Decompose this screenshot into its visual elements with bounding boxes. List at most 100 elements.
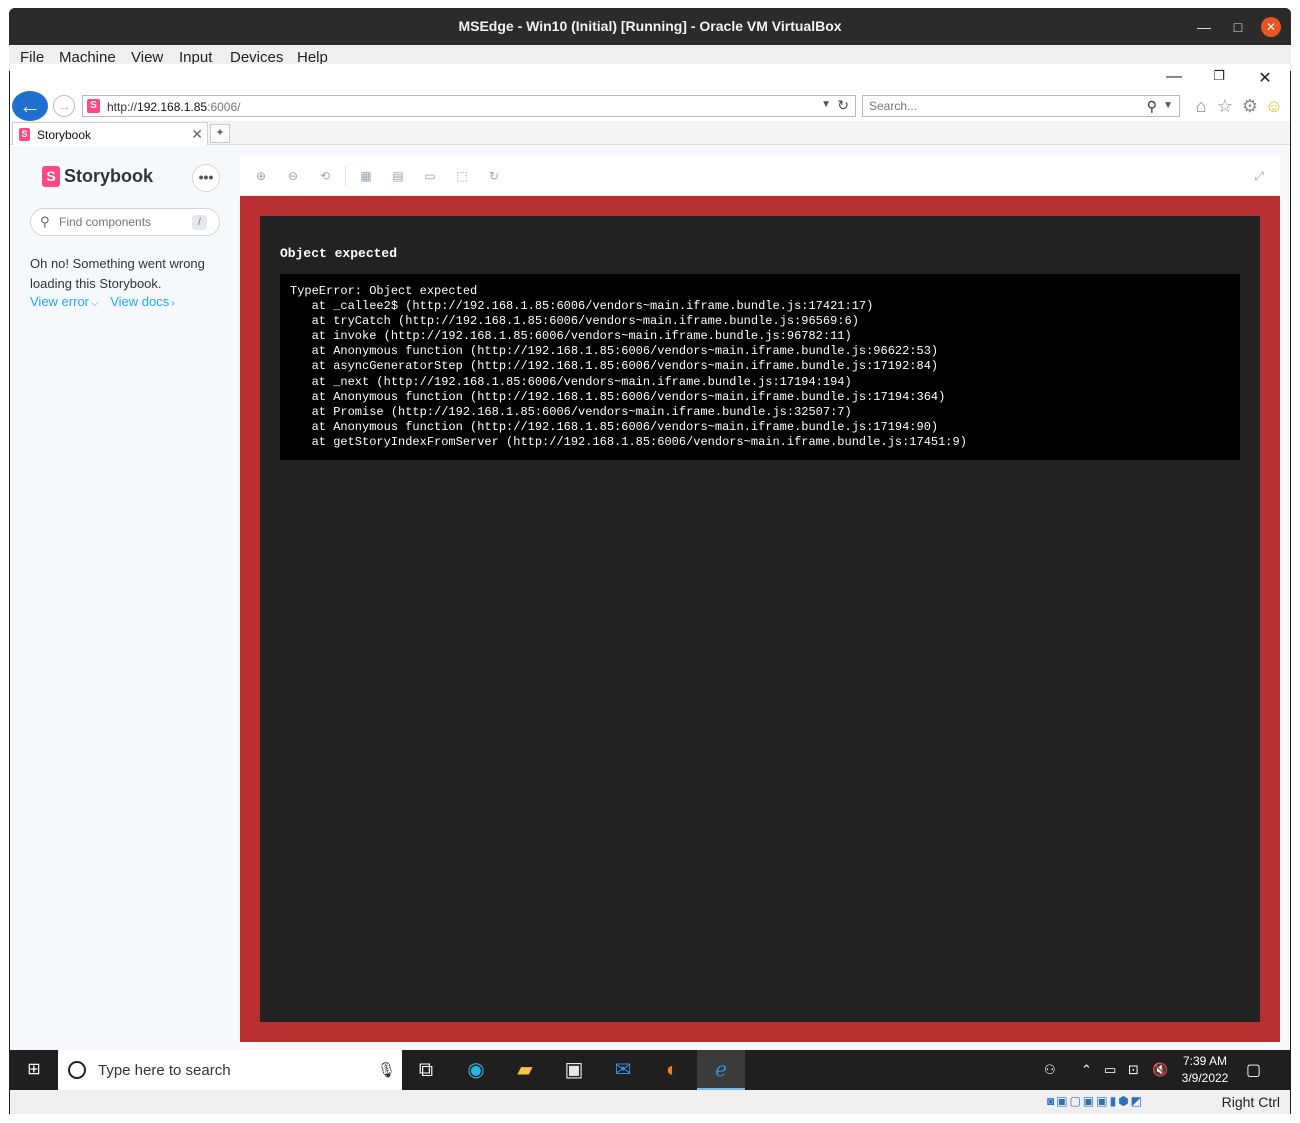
taskbar-clock[interactable]: 7:39 AM 3/9/2022 [1178,1053,1232,1087]
notifications-icon[interactable]: ▢ [1246,1060,1261,1080]
feedback-smiley-icon[interactable]: ☺ [1263,96,1285,117]
storybook-logo-icon: S [42,166,60,187]
microphone-icon[interactable]: 🎙 [377,1061,396,1079]
virtualbox-statusbar: ◙▣▢▣▣▮⬢◩ Right Ctrl [10,1090,1290,1114]
task-view-icon[interactable]: ⧉ [402,1050,450,1090]
error-stack-trace: TypeError: Object expected at _callee2$ … [280,274,1240,460]
ie-minimize-icon[interactable]: — [1162,68,1186,86]
ie-search-box[interactable]: ⚲ ▼ [862,95,1180,117]
url-host: 192.168.1.85 [137,100,208,114]
grid-icon[interactable]: ▦ [358,168,374,184]
tab-storybook[interactable]: S Storybook ✕ [12,122,208,145]
internet-explorer-icon[interactable]: ℯ [697,1050,745,1090]
zoom-out-icon[interactable]: ⊖ [285,168,301,184]
stack-line: at tryCatch (http://192.168.1.85:6006/ve… [290,314,859,329]
back-arrow-icon[interactable]: ← [12,91,48,121]
sidebar-error-message: Oh no! Something went wrong loading this… [30,256,205,291]
volume-muted-icon[interactable]: 🔇 [1152,1062,1168,1078]
firefox-icon[interactable]: ◐ [648,1050,696,1090]
cortana-circle-icon [68,1061,86,1079]
mail-icon[interactable]: ✉ [599,1050,647,1090]
ie-search-input[interactable] [869,99,1129,113]
stack-line: at getStoryIndexFromServer (http://192.1… [290,434,967,449]
fullscreen-icon[interactable]: ⤢ [1251,168,1267,184]
new-tab-icon[interactable]: ✦ [210,124,230,143]
search-dropdown-icon[interactable]: ▼ [1163,100,1173,111]
page-viewport: SStorybook ••• ⚲ / Oh no! Something went… [10,146,1290,1050]
network-icon[interactable]: ⊡ [1128,1062,1139,1078]
chevron-right-icon: › [171,298,175,309]
people-icon[interactable]: ⚇ [1044,1062,1056,1078]
window-title: MSEdge - Win10 (Initial) [Running] - Ora… [458,18,842,34]
stack-line: at asyncGeneratorStep (http://192.168.1.… [290,359,939,374]
error-overlay: Object expected TypeError: Object expect… [240,196,1280,1042]
stack-line: at _next (http://192.168.1.85:6006/vendo… [290,374,852,389]
stack-line: TypeError: Object expected [290,284,478,298]
stack-line: at Anonymous function (http://192.168.1.… [290,344,939,359]
favorites-star-icon[interactable]: ☆ [1214,96,1236,117]
maximize-icon[interactable]: □ [1228,17,1248,37]
tab-label: Storybook [37,128,92,142]
chevron-down-icon: ⌵ [91,298,99,309]
preview-toolbar: ⊕ ⊖ ⟲ ▦ ▤ ▭ ⬚ ↻ ⤢ [240,156,1280,196]
tab-close-icon[interactable]: ✕ [191,126,203,143]
settings-gear-icon[interactable]: ⚙ [1239,96,1261,117]
address-dropdown-icon[interactable]: ▼ [821,99,831,110]
host-key-label: Right Ctrl [1221,1094,1280,1110]
ie-close-icon[interactable]: ✕ [1253,68,1277,88]
ie-tab-bar: S Storybook ✕ ✦ [10,121,1290,145]
storybook-logo[interactable]: S Storybook [42,166,153,187]
windows-start-icon[interactable]: ⊞ [10,1050,58,1090]
show-hidden-icons-icon[interactable]: ⌃ [1081,1062,1092,1078]
clock-date: 3/9/2022 [1181,1071,1229,1085]
sidebar-error-links: View error ⌵ View docs › [30,294,183,309]
ie-restore-icon[interactable]: ❐ [1207,68,1231,84]
find-components-search[interactable]: ⚲ / [30,208,220,236]
stack-line: at Anonymous function (http://192.168.1.… [290,389,946,404]
taskbar-search-box[interactable]: Type here to search 🎙 [58,1050,402,1090]
tab-favicon-icon: S [19,128,30,141]
storybook-favicon-icon: S [87,99,100,113]
clock-time: 7:39 AM [1182,1054,1228,1068]
remount-icon[interactable]: ↻ [486,168,502,184]
close-icon[interactable]: ✕ [1261,17,1281,37]
zoom-in-icon[interactable]: ⊕ [253,168,269,184]
refresh-icon[interactable]: ↻ [837,97,849,114]
virtualbox-titlebar: MSEdge - Win10 (Initial) [Running] - Ora… [9,8,1291,45]
zoom-reset-icon[interactable]: ⟲ [317,168,333,184]
search-shortcut-badge: / [192,215,207,230]
store-icon[interactable]: ▣ [550,1050,598,1090]
storybook-logo-text: Storybook [64,166,154,186]
search-icon: ⚲ [40,214,50,229]
screen: MSEdge - Win10 (Initial) [Running] - Ora… [0,0,1300,1123]
home-icon[interactable]: ⌂ [1190,96,1212,117]
file-explorer-icon[interactable]: ▰ [501,1050,549,1090]
view-docs-link[interactable]: View docs › [110,294,174,309]
windows-taskbar: ⊞ Type here to search 🎙 ⧉ ◉ ▰ ▣ ✉ ◐ ℯ ⚇ … [10,1050,1290,1090]
battery-icon[interactable]: ▭ [1104,1062,1116,1078]
error-panel: Object expected TypeError: Object expect… [260,216,1260,1022]
stack-line: at invoke (http://192.168.1.85:6006/vend… [290,329,852,344]
sidebar-menu-button[interactable]: ••• [192,164,220,192]
ie-window-controls: — ❐ ✕ [10,64,1290,91]
url-prefix: http:// [107,100,138,114]
forward-arrow-icon[interactable]: → [53,95,75,117]
view-error-link[interactable]: View error ⌵ [30,294,99,309]
preview-panel: ⊕ ⊖ ⟲ ▦ ▤ ▭ ⬚ ↻ ⤢ Object expected TypeEr… [240,156,1280,1042]
ie-navigation-bar: ← → S http://192.168.1.85:6006/ ▼ ↻ ⚲ ▼ … [10,91,1290,121]
taskbar-search-placeholder: Type here to search [98,1062,231,1079]
guest-screen: — ❐ ✕ ← → S http://192.168.1.85:6006/ ▼ … [10,64,1290,1090]
address-bar[interactable]: S http://192.168.1.85:6006/ ▼ ↻ [82,95,856,117]
viewport-icon[interactable]: ▭ [422,168,438,184]
background-icon[interactable]: ▤ [390,168,406,184]
minimize-icon[interactable]: — [1194,17,1214,37]
edge-icon[interactable]: ◉ [452,1050,500,1090]
device-status-icons[interactable]: ◙▣▢▣▣▮⬢◩ [1047,1094,1144,1108]
find-components-input[interactable] [59,215,184,229]
toolbar-divider [345,166,346,186]
search-icon[interactable]: ⚲ [1147,98,1157,115]
address-url: http://192.168.1.85:6006/ [107,100,240,114]
error-title: Object expected [280,246,398,261]
url-port: :6006/ [207,100,241,114]
outline-icon[interactable]: ⬚ [454,168,470,184]
